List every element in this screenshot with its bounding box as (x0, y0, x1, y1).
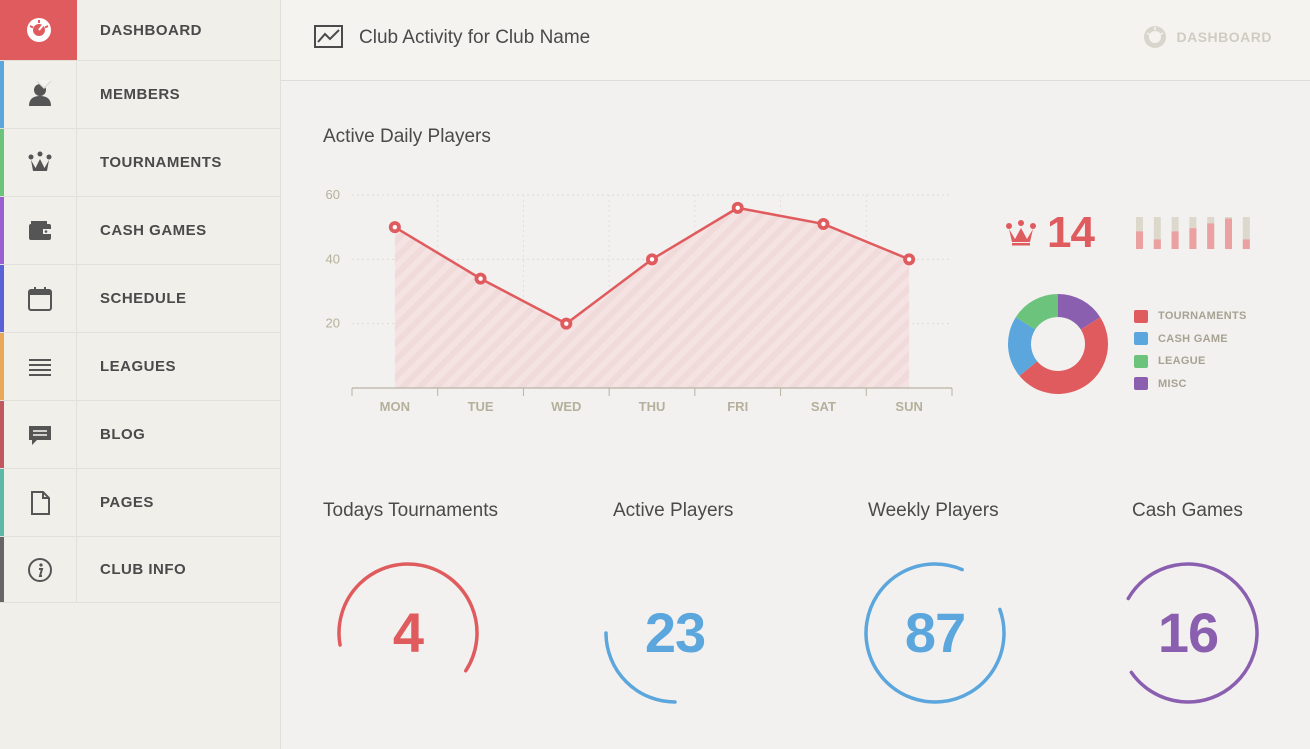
mini-bar-chart (1136, 217, 1250, 249)
sidebar-item-blog[interactable]: BLOG (0, 401, 280, 469)
y-tick-label: 20 (326, 316, 340, 331)
sidebar-item-tournaments[interactable]: TOURNAMENTS (0, 129, 280, 197)
list-icon (4, 333, 77, 400)
user-icon (4, 61, 77, 128)
data-point-center (906, 257, 912, 262)
document-icon (4, 469, 77, 536)
x-tick-label: THU (639, 399, 666, 414)
y-tick-label: 40 (326, 251, 340, 266)
x-tick-label: SUN (895, 399, 922, 414)
breadcrumb[interactable]: DASHBOARD (1143, 25, 1273, 49)
legend-item: MISC (1134, 373, 1247, 396)
sidebar-item-leagues[interactable]: LEAGUES (0, 333, 280, 401)
kpi-title: Weekly Players (868, 500, 999, 521)
mini-bar-fill (1136, 231, 1143, 249)
legend-label: LEAGUE (1158, 355, 1206, 368)
kpi-card-active-players: Active Players (613, 500, 813, 522)
page-title: Club Activity for Club Name (359, 27, 591, 48)
active-daily-players-chart: 20 40 60 MON TUE WED THU FRI SAT SUN (326, 187, 953, 414)
x-tick-label: FRI (727, 399, 748, 414)
kpi-value: 87 (904, 601, 966, 664)
legend-item: TOURNAMENTS (1134, 305, 1247, 328)
sidebar-item-label: CLUB INFO (100, 561, 187, 578)
sidebar-item-label: MEMBERS (100, 86, 181, 103)
legend-swatch (1134, 377, 1148, 391)
sidebar-item-club-info[interactable]: CLUB INFO (0, 537, 280, 603)
kpi-title: Cash Games (1132, 500, 1243, 521)
data-point-center (478, 276, 483, 281)
data-point-center (735, 205, 740, 211)
speedometer-icon (0, 0, 77, 60)
activity-donut-chart (1008, 294, 1108, 394)
chart-title: Active Daily Players (323, 126, 491, 147)
legend-label: TOURNAMENTS (1158, 310, 1247, 323)
y-tick-label: 60 (326, 187, 340, 202)
mini-bar-fill (1225, 218, 1232, 249)
kpi-title: Todays Tournaments (323, 500, 498, 521)
legend-swatch (1134, 332, 1148, 346)
sidebar-item-label: SCHEDULE (100, 290, 187, 307)
trend-chart-icon (314, 25, 344, 54)
data-point-center (821, 221, 826, 227)
sidebar-item-dashboard[interactable]: DASHBOARD (0, 0, 280, 61)
speedometer-icon (1143, 26, 1166, 48)
x-tick-label: MON (380, 399, 410, 414)
kpi-value: 4 (392, 601, 424, 664)
legend-item: LEAGUE (1134, 350, 1247, 373)
line-area-fill (394, 207, 910, 388)
legend-label: CASH GAME (1158, 332, 1228, 345)
header: Club Activity for Club Name DASHBOARD (281, 0, 1310, 81)
calendar-icon (4, 265, 77, 332)
kpi-card-todays-tournaments: Todays Tournaments (323, 500, 523, 522)
mini-bar-fill (1153, 239, 1161, 249)
mini-bar-fill (1242, 239, 1250, 249)
donut-legend: TOURNAMENTS CASH GAME LEAGUE MISC (1134, 305, 1247, 395)
x-tick-label: SAT (811, 399, 836, 414)
sidebar-item-pages[interactable]: PAGES (0, 469, 280, 537)
tournament-count: 14 (1047, 208, 1095, 257)
kpi-value: 23 (644, 601, 706, 664)
crown-icon (4, 129, 77, 196)
sidebar: DASHBOARD MEMBERS TOURNAMENTS CASH GAMES SCH… (0, 0, 281, 749)
sidebar-item-schedule[interactable]: SCHEDULE (0, 265, 280, 333)
wallet-icon (4, 197, 77, 264)
sidebar-item-label: CASH GAMES (100, 222, 207, 239)
sidebar-item-cash-games[interactable]: CASH GAMES (0, 197, 280, 265)
sidebar-item-label: DASHBOARD (100, 21, 202, 39)
sidebar-item-label: BLOG (100, 426, 146, 443)
kpi-title: Active Players (613, 500, 734, 521)
x-tick-label: TUE (468, 399, 494, 414)
legend-label: MISC (1158, 377, 1187, 390)
chat-icon (4, 401, 77, 468)
data-point-center (564, 321, 569, 326)
mini-bar-fill (1207, 223, 1215, 249)
legend-swatch (1134, 354, 1148, 368)
sidebar-item-label: PAGES (100, 494, 154, 511)
data-point-center (649, 257, 655, 262)
info-icon (4, 537, 77, 602)
breadcrumb-label: DASHBOARD (1176, 29, 1272, 45)
sidebar-item-label: TOURNAMENTS (100, 154, 222, 171)
tournament-stat: 14 (1005, 208, 1095, 258)
header-notch (36, 80, 52, 89)
kpi-card-weekly-players: Weekly Players (868, 500, 1068, 522)
kpi-value: 16 (1157, 601, 1219, 664)
legend-item: CASH GAME (1134, 328, 1247, 351)
x-tick-label: WED (551, 399, 581, 414)
sidebar-item-members[interactable]: MEMBERS (0, 61, 280, 129)
crown-icon (1006, 220, 1036, 246)
mini-bar-fill (1189, 228, 1197, 249)
mini-bar-fill (1171, 231, 1179, 249)
sidebar-item-label: LEAGUES (100, 358, 177, 375)
kpi-card-cash-games: Cash Games (1132, 500, 1310, 522)
data-point-center (392, 224, 398, 230)
legend-swatch (1134, 309, 1148, 323)
